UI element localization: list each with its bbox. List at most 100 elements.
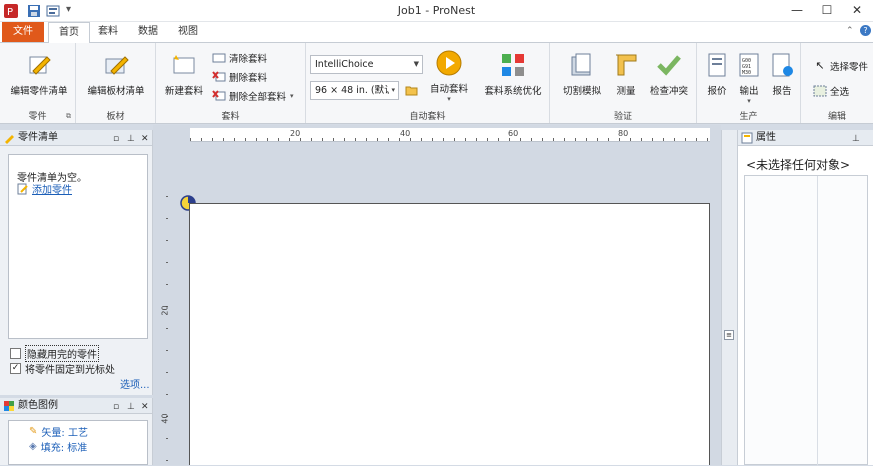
legend-fill-label: 填充: 标准 (40, 443, 88, 454)
tab-view[interactable]: 视图 (168, 22, 208, 42)
nest-method-select[interactable]: IntelliChoice ▼ (310, 55, 423, 74)
quote-button[interactable]: 报价 (703, 51, 731, 97)
group-auto-nest: IntelliChoice ▼ 96 × 48 in. (默认 ▾ 自动套料 ▾… (306, 43, 550, 123)
edit-parts-list-button[interactable]: 编辑零件清单 (6, 51, 72, 97)
nest-optimizer-button[interactable]: 套料系统优化 (478, 51, 548, 97)
legend-vector-item: ✎ 矢量: 工艺 (29, 424, 88, 439)
edit-plates-icon (105, 56, 129, 75)
report-button[interactable]: 报告 (767, 51, 797, 97)
window-title: Job1 - ProNest (397, 4, 476, 17)
pane-menu-icon[interactable]: ▫ (113, 400, 119, 415)
select-all-label: 全选 (830, 86, 850, 98)
output-button[interactable]: G00 G91 M30 输出 ▾ (735, 51, 763, 105)
pin-icon[interactable]: ⊥ (127, 400, 135, 415)
hide-used-parts-label: 隐藏用完的零件 (25, 345, 99, 362)
tab-file[interactable]: 文件 (2, 22, 44, 42)
measure-button[interactable]: 测量 (610, 51, 642, 97)
report-icon (772, 53, 793, 77)
maximize-button[interactable]: ☐ (812, 0, 842, 22)
svg-text:M30: M30 (742, 70, 751, 76)
legend-vector-label: 矢量: 工艺 (41, 428, 88, 439)
delete-all-nests-icon (212, 89, 226, 100)
new-nest-icon (173, 55, 195, 74)
new-nest-button[interactable]: 新建套料 (162, 51, 206, 97)
color-legend-header: 颜色图例 ▫ ⊥ ✕ (0, 398, 152, 414)
select-part-label: 选择零件 (830, 61, 869, 73)
no-selection-text: <未选择任何对象> (746, 158, 851, 172)
group-edit-label: 编辑 (827, 112, 846, 122)
dialog-launcher-icon[interactable]: ⧉ (66, 112, 71, 121)
select-all-button[interactable]: 全选 (813, 82, 849, 99)
close-button[interactable]: ✕ (842, 0, 872, 22)
cut-simulation-icon (571, 53, 591, 76)
parts-pane-title: 零件清单 (18, 132, 58, 143)
options-link[interactable]: 选项... (120, 376, 150, 391)
pin-to-cursor-checkbox[interactable]: ✓ 将零件固定到光标处 (10, 361, 115, 376)
select-part-button[interactable]: ↖ 选择零件 (813, 57, 868, 74)
properties-header: 属性 ⊥ (738, 130, 873, 146)
property-grid (744, 175, 868, 466)
tab-nest[interactable]: 套料 (88, 22, 128, 42)
chevron-down-icon: ▾ (389, 82, 395, 99)
gcode-icon: G00G91M30 (739, 53, 759, 77)
minimize-button[interactable]: — (782, 0, 812, 22)
quote-icon (708, 53, 726, 77)
check-collision-button[interactable]: 检查冲突 (644, 51, 694, 97)
delete-all-nests-button[interactable]: 删除全部套料 ▾ (212, 87, 294, 104)
report-label: 报告 (772, 86, 792, 97)
delete-nest-label: 删除套料 (229, 72, 268, 84)
plate-canvas[interactable] (189, 203, 710, 465)
optimizer-icon (502, 54, 524, 76)
hide-used-parts-checkbox[interactable]: 隐藏用完的零件 (10, 345, 99, 362)
group-production: 报价 G00 G91 M30 输出 ▾ 报告 生产 (697, 43, 801, 123)
ruler-label: 40 (160, 413, 170, 424)
edit-plate-list-label: 编辑板材清单 (87, 86, 145, 97)
vertical-ruler: 20 40 (160, 196, 172, 465)
nest-optimizer-label: 套料系统优化 (484, 86, 542, 97)
color-legend-icon (4, 401, 14, 411)
close-icon[interactable]: ✕ (141, 400, 149, 415)
auto-nest-button[interactable]: 自动套料 ▾ (426, 49, 472, 103)
parts-pane-header: 零件清单 ▫ ⊥ ✕ (0, 130, 152, 146)
pane-menu-icon[interactable]: ▫ (113, 132, 119, 147)
open-folder-icon[interactable] (405, 83, 419, 97)
ruler-icon (616, 54, 637, 76)
quote-label: 报价 (707, 86, 727, 97)
edit-parts-icon (29, 56, 51, 75)
paint-bucket-icon: ◈ (29, 441, 37, 452)
horizontal-ruler: 20 40 60 80 (190, 128, 710, 142)
chevron-down-icon: ▼ (413, 60, 419, 68)
splitter-bar[interactable]: ≡ (721, 130, 737, 465)
chevron-down-icon: ▾ (290, 91, 294, 100)
clear-nest-button[interactable]: 清除套料 (212, 49, 267, 66)
color-legend-box: ✎ 矢量: 工艺 ◈ 填充: 标准 (8, 420, 148, 465)
properties-title: 属性 (756, 132, 776, 143)
output-label: 输出 (739, 86, 759, 97)
plate-size-value: 96 × 48 in. (默认 (315, 85, 394, 96)
properties-icon (741, 132, 753, 144)
pin-icon[interactable]: ⊥ (852, 132, 860, 147)
add-part-link[interactable]: 添加零件 (17, 181, 72, 196)
tab-home[interactable]: 首页 (48, 22, 90, 43)
splitter-grip-icon[interactable]: ≡ (724, 330, 734, 340)
close-icon[interactable]: ✕ (141, 132, 149, 147)
cut-simulation-button[interactable]: 切割模拟 (558, 51, 606, 97)
play-icon (436, 50, 462, 76)
delete-all-nests-label: 删除全部套料 (229, 91, 287, 103)
pin-icon[interactable]: ⊥ (127, 132, 135, 147)
collapse-ribbon-icon[interactable]: ⌃ (846, 26, 854, 36)
pin-to-cursor-check: ✓ (10, 363, 21, 374)
property-grid-divider (817, 176, 818, 466)
properties-pane: 属性 ⊥ <未选择任何对象> (737, 130, 873, 466)
group-parts: 编辑零件清单 零件 ⧉ (0, 43, 76, 123)
ruler-label: 20 (290, 129, 301, 138)
title-bar: P ▾ Job1 - ProNest — ☐ ✕ (0, 0, 873, 22)
plate-size-select[interactable]: 96 × 48 in. (默认 ▾ (310, 81, 399, 100)
delete-nest-button[interactable]: 删除套料 (212, 68, 267, 85)
group-edit: ↖ 选择零件 全选 编辑 (801, 43, 873, 123)
tab-data[interactable]: 数据 (128, 22, 168, 42)
clear-nest-label: 清除套料 (229, 53, 268, 65)
edit-plate-list-button[interactable]: 编辑板材清单 (84, 51, 148, 97)
group-verify-label: 验证 (613, 112, 632, 122)
help-icon[interactable]: ? (860, 25, 871, 36)
